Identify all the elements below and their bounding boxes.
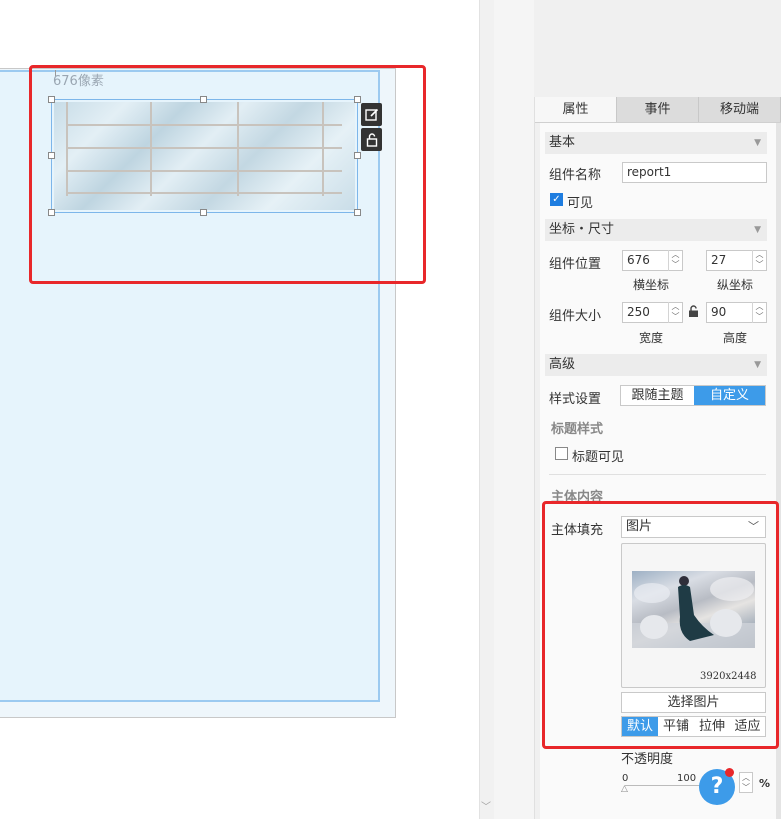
aspect-lock-icon[interactable] [688, 305, 699, 321]
collapse-icon: ▼ [754, 360, 761, 370]
size-label: 组件大小 [549, 309, 602, 324]
height-value: 90 [711, 305, 727, 319]
y-coordinate-input[interactable]: 27 ︿ ﹀ [706, 250, 767, 271]
section-title: 高级 [549, 357, 576, 372]
panel-top-area [534, 0, 781, 97]
height-stepper[interactable]: ︿ ﹀ [752, 302, 766, 323]
y-caption: 纵坐标 [717, 278, 754, 292]
y-value: 27 [711, 253, 727, 267]
height-caption: 高度 [723, 331, 748, 345]
tab-mobile[interactable]: 移动端 [699, 97, 781, 122]
height-input[interactable]: 90 ︿ ﹀ [706, 302, 767, 323]
visible-checkbox[interactable]: ✓ [550, 193, 563, 206]
tab-events[interactable]: 事件 [617, 97, 699, 122]
width-value: 250 [627, 305, 650, 319]
opacity-label: 不透明度 [621, 752, 674, 767]
style-custom-option[interactable]: 自定义 [694, 386, 765, 405]
panel-gutter [494, 0, 534, 819]
section-basic-header[interactable]: 基本 ▼ [545, 132, 767, 154]
x-caption: 横坐标 [633, 278, 670, 292]
visible-label: 可见 [567, 196, 594, 211]
x-coordinate-input[interactable]: 676 ︿ ﹀ [622, 250, 683, 271]
opacity-slider[interactable] [625, 785, 705, 786]
y-stepper[interactable]: ︿ ﹀ [752, 250, 766, 271]
canvas-scrollbar[interactable] [479, 0, 494, 819]
opacity-stepper[interactable]: ︿ ﹀ [739, 772, 753, 793]
width-input[interactable]: 250 ︿ ﹀ [622, 302, 683, 323]
width-stepper[interactable]: ︿ ﹀ [668, 302, 682, 323]
width-caption: 宽度 [639, 331, 664, 345]
component-name-input[interactable]: report1 [622, 162, 767, 183]
section-title: 基本 [549, 135, 576, 150]
position-label: 组件位置 [549, 257, 602, 272]
section-title: 坐标・尺寸 [549, 222, 615, 237]
opacity-min: 0 [622, 773, 629, 784]
section-geometry-header[interactable]: 坐标・尺寸 ▼ [545, 219, 767, 241]
style-toggle: 跟随主题 自定义 [620, 385, 766, 406]
property-tabs: 属性 事件 移动端 [535, 97, 781, 123]
highlight-box-component [29, 65, 426, 284]
highlight-box-body-fill [542, 501, 779, 749]
collapse-icon: ▼ [754, 138, 761, 148]
section-advanced-header[interactable]: 高级 ▼ [545, 354, 767, 376]
title-visible-checkbox[interactable] [555, 447, 568, 460]
notification-dot [725, 768, 734, 777]
opacity-value: 100 [677, 773, 697, 784]
slider-handle-icon[interactable]: △ [621, 784, 628, 794]
title-style-heading: 标题样式 [551, 422, 604, 437]
style-follow-theme-option[interactable]: 跟随主题 [621, 386, 694, 405]
scroll-down-icon[interactable]: ﹀ [481, 798, 491, 813]
collapse-icon: ▼ [754, 225, 761, 235]
opacity-unit: % [759, 777, 771, 790]
tab-properties[interactable]: 属性 [535, 97, 617, 122]
component-name-label: 组件名称 [549, 168, 602, 183]
title-visible-label: 标题可见 [572, 450, 625, 465]
style-setting-label: 样式设置 [549, 392, 602, 407]
x-stepper[interactable]: ︿ ﹀ [668, 250, 682, 271]
x-value: 676 [627, 253, 650, 267]
divider [549, 474, 766, 475]
